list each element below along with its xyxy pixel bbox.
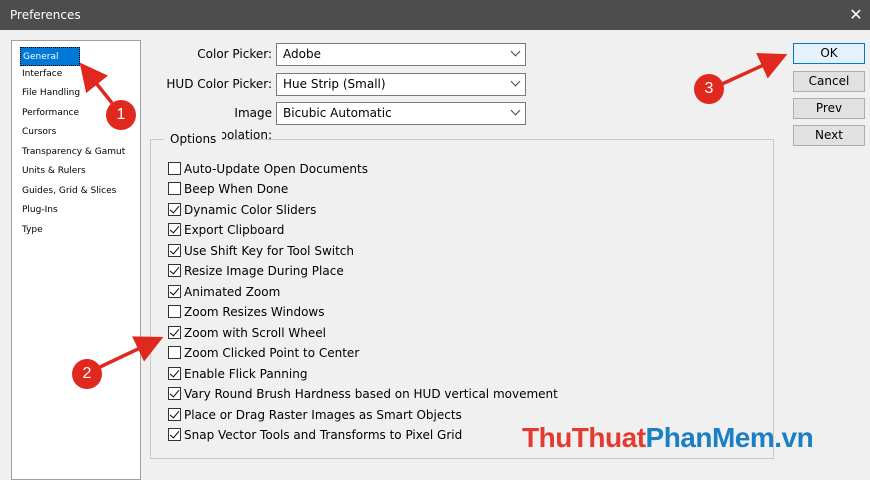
- annotation-marker-2: 2: [72, 359, 102, 389]
- arrow-3: [721, 53, 788, 86]
- watermark-part2: PhanMem: [645, 422, 775, 453]
- watermark-part1: ThuThuat: [522, 422, 646, 453]
- watermark-part3: .vn: [774, 422, 814, 453]
- watermark-logo: ThuThuatPhanMem.vn: [522, 422, 814, 454]
- arrow-1: [79, 62, 114, 105]
- annotation-marker-3: 3: [694, 74, 724, 104]
- annotation-arrows: [79, 53, 788, 369]
- annotation-marker-1: 1: [106, 100, 136, 130]
- arrow-2: [99, 336, 164, 369]
